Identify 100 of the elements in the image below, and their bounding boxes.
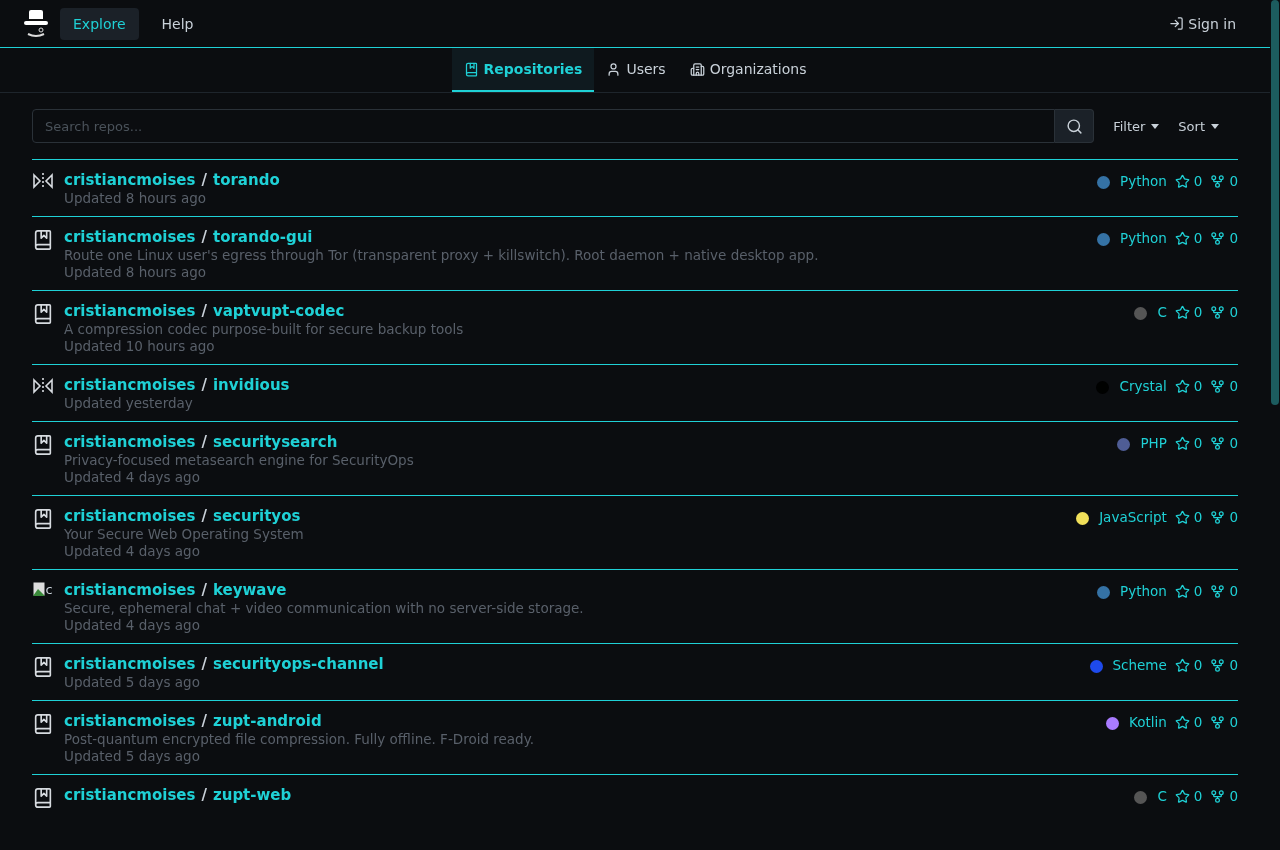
stars-link[interactable]: 0	[1174, 173, 1203, 189]
nav-link[interactable]: Explore	[60, 7, 139, 40]
forks-link[interactable]: 0	[1210, 583, 1238, 599]
stars-link[interactable]: 0	[1174, 583, 1203, 599]
owner-link[interactable]: cristiancmoises	[64, 786, 196, 804]
forks-link[interactable]: 0	[1210, 788, 1238, 804]
fork-icon	[1210, 173, 1226, 189]
star-icon	[1174, 583, 1190, 599]
owner-link[interactable]: cristiancmoises	[64, 507, 196, 525]
repo-book-icon	[32, 229, 54, 251]
repo-link[interactable]: invidious	[212, 376, 290, 394]
updated-time: Updated yesterday	[64, 395, 194, 411]
stars-link[interactable]: 0	[1174, 435, 1203, 451]
path-separator: /	[201, 228, 207, 246]
language-label: PHP	[1140, 435, 1167, 451]
mirror-icon	[32, 172, 54, 190]
updated-time: Updated 4 days ago	[64, 617, 201, 633]
star-icon	[1174, 657, 1190, 673]
repo-link[interactable]: securityops-channel	[212, 655, 384, 673]
forks-link[interactable]: 0	[1210, 657, 1238, 673]
forks-link[interactable]: 0	[1210, 304, 1238, 320]
owner-link[interactable]: cristiancmoises	[64, 655, 196, 673]
path-separator: /	[201, 302, 207, 320]
fork-icon	[1210, 435, 1226, 451]
owner-link[interactable]: cristiancmoises	[64, 581, 196, 599]
repo-link[interactable]: torando	[212, 171, 280, 189]
fork-icon	[1210, 788, 1226, 804]
language-label: C	[1157, 304, 1167, 320]
repo-link[interactable]: keywave	[212, 581, 287, 599]
updated-time: Updated 4 days ago	[64, 543, 201, 559]
star-icon	[1174, 435, 1190, 451]
nav-link[interactable]: Help	[148, 7, 207, 40]
mirror-icon	[32, 377, 54, 395]
owner-link[interactable]: cristiancmoises	[64, 712, 196, 730]
owner-link[interactable]: cristiancmoises	[64, 376, 196, 394]
tab[interactable]: Users	[594, 48, 678, 92]
fork-icon	[1210, 230, 1226, 246]
language-label: Python	[1120, 230, 1167, 246]
fork-icon	[1210, 378, 1226, 394]
forks-link[interactable]: 0	[1210, 435, 1238, 451]
stars-link[interactable]: 0	[1174, 230, 1203, 246]
stars-link[interactable]: 0	[1174, 714, 1203, 730]
repo-book-icon	[32, 656, 54, 678]
tab[interactable]: Organizations	[677, 48, 819, 92]
building-icon	[689, 61, 705, 77]
repo-book-icon	[32, 303, 54, 325]
stars-link[interactable]: 0	[1174, 509, 1203, 525]
repo-book-icon	[32, 713, 54, 735]
star-icon	[1174, 173, 1190, 189]
owner-link[interactable]: cristiancmoises	[64, 302, 196, 320]
star-icon	[1174, 230, 1190, 246]
repo-description: Post-quantum encrypted file compression. Fully offline. F-Droid ready.	[64, 731, 536, 747]
owner-link[interactable]: cristiancmoises	[64, 433, 196, 451]
forks-link[interactable]: 0	[1210, 230, 1238, 246]
repo-link[interactable]: securitysearch	[212, 433, 338, 451]
repo-description: Route one Linux user's egress through Tor (transparent proxy + killswitch). Root daemon + native desktop app.	[64, 247, 820, 263]
forks-link[interactable]: 0	[1210, 714, 1238, 730]
fork-icon	[1210, 509, 1226, 525]
caret-icon	[1211, 123, 1219, 129]
stars-link[interactable]: 0	[1174, 378, 1203, 394]
repo-description: Your Secure Web Operating System	[64, 526, 305, 542]
language-label: Python	[1120, 173, 1167, 189]
stars-link[interactable]: 0	[1174, 304, 1203, 320]
caret-icon	[1151, 123, 1160, 129]
updated-time: Updated 5 days ago	[64, 674, 201, 690]
repo-book-icon	[32, 787, 54, 809]
repo-link[interactable]: torando-gui	[212, 228, 313, 246]
path-separator: /	[201, 786, 207, 804]
repo-link[interactable]: zupt-web	[212, 786, 292, 804]
scrollbar-thumb[interactable]	[1271, 0, 1279, 405]
owner-link[interactable]: cristiancmoises	[64, 171, 196, 189]
path-separator: /	[201, 507, 207, 525]
path-separator: /	[201, 433, 207, 451]
sign-in-icon	[1169, 16, 1185, 31]
sign-in-link[interactable]: Sign in	[1169, 15, 1248, 32]
star-icon	[1174, 378, 1190, 394]
star-icon	[1174, 714, 1190, 730]
top-hat-logo-icon[interactable]	[22, 7, 50, 40]
repo-link[interactable]: securityos	[212, 507, 301, 525]
star-icon	[1174, 788, 1190, 804]
owner-link[interactable]: cristiancmoises	[64, 228, 196, 246]
search-field[interactable]: Search repos...	[32, 109, 1056, 143]
search-button[interactable]	[1055, 109, 1095, 143]
repo-link[interactable]: zupt-android	[212, 712, 322, 730]
forks-link[interactable]: 0	[1210, 378, 1238, 394]
language-label: Python	[1120, 583, 1167, 599]
dropdown-button[interactable]: Sort	[1159, 118, 1219, 134]
tab[interactable]: Repositories	[451, 48, 595, 92]
fork-icon	[1210, 583, 1226, 599]
dropdown-button[interactable]: Filter	[1094, 118, 1160, 134]
repo-link[interactable]: vaptvupt-codec	[212, 302, 345, 320]
stars-link[interactable]: 0	[1174, 788, 1203, 804]
updated-time: Updated 10 hours ago	[64, 338, 216, 354]
star-icon	[1174, 304, 1190, 320]
stars-link[interactable]: 0	[1174, 657, 1203, 673]
repo-description: Secure, ephemeral chat + video communication with no server-side storage.	[64, 600, 585, 616]
language-label: Crystal	[1119, 378, 1167, 394]
path-separator: /	[201, 581, 207, 599]
forks-link[interactable]: 0	[1210, 509, 1238, 525]
forks-link[interactable]: 0	[1210, 173, 1238, 189]
